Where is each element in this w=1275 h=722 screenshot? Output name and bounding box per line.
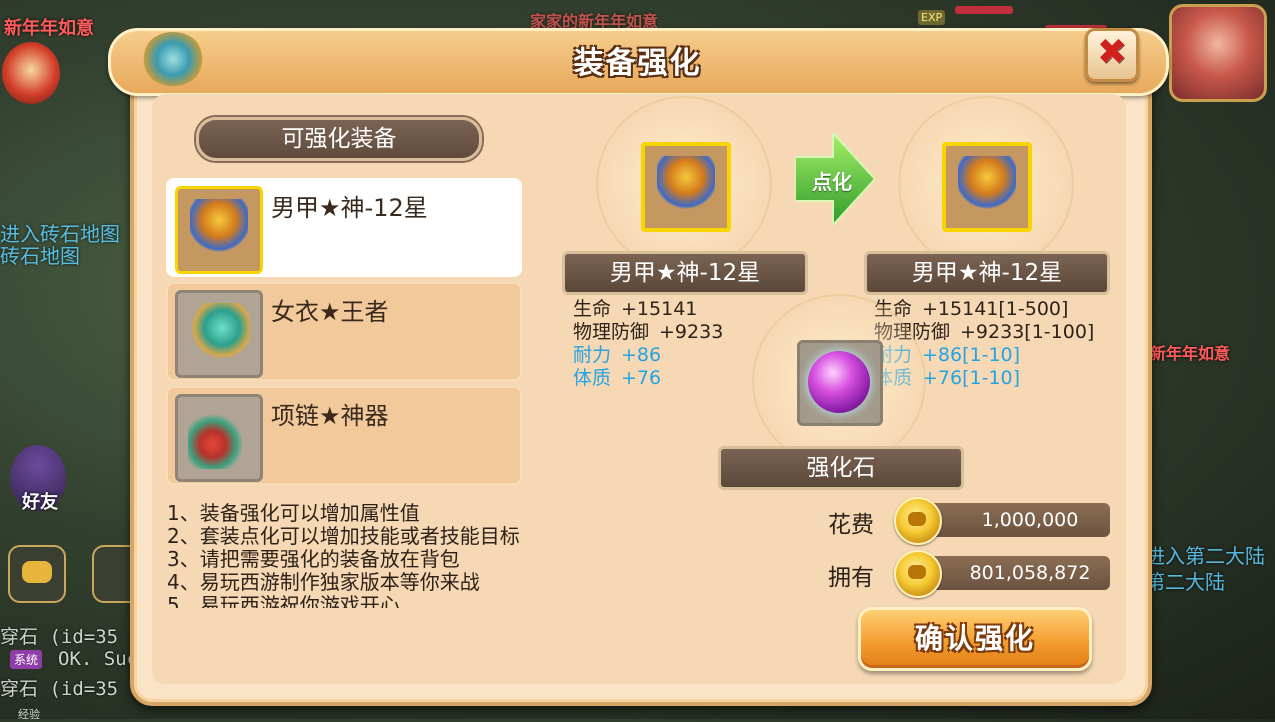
tip-line: 5、易玩西游祝你游戏开心: [167, 594, 567, 608]
stat-value: +15141[1-500]: [922, 298, 1068, 320]
purple-orb-icon: [808, 351, 870, 413]
chat-icon[interactable]: [8, 545, 66, 603]
confirm-enhance-button[interactable]: 确认强化: [858, 607, 1092, 671]
equip-item-name: 男甲★神-12星: [271, 188, 428, 223]
armor-icon: [657, 156, 715, 216]
arrow-label: 点化: [804, 166, 860, 195]
stat-label: 生命: [573, 298, 611, 321]
cost-label: 花费: [828, 505, 874, 539]
stat-value: +9233: [659, 321, 723, 343]
exp-label: 经验: [18, 706, 40, 722]
own-label: 拥有: [828, 558, 874, 592]
equip-item-robe[interactable]: 女衣★王者: [166, 282, 522, 381]
cost-value: 1,000,000: [950, 503, 1110, 537]
stat-value: +86[1-10]: [922, 344, 1020, 366]
close-button[interactable]: ✖: [1085, 28, 1139, 82]
chat-log-line: 穿石 (id=35: [0, 674, 130, 701]
armor-icon: [958, 156, 1016, 216]
dialog-title: 装备强化: [0, 38, 1275, 82]
tip-line: 1、装备强化可以增加属性值: [167, 502, 567, 525]
stat-label: 耐力: [573, 344, 611, 367]
newyear-banner-left: 新年年如意: [4, 14, 94, 40]
current-equip-slot[interactable]: [641, 142, 731, 232]
tip-line: 2、套装点化可以增加技能或者技能目标: [167, 525, 567, 548]
exp-badge: EXP: [918, 10, 945, 25]
map-link-continent[interactable]: 第二大陆: [1145, 566, 1225, 595]
map-link-brick[interactable]: 砖石地图: [0, 240, 80, 269]
necklace-icon: [175, 394, 263, 482]
current-equip-name: 男甲★神-12星: [562, 251, 808, 295]
stat-value: +76: [621, 367, 661, 389]
tip-line: 3、请把需要强化的装备放在背包: [167, 548, 567, 571]
equip-item-name: 女衣★王者: [271, 292, 389, 327]
friends-label[interactable]: 好友: [22, 488, 58, 514]
tips-list: 1、装备强化可以增加属性值 2、套装点化可以增加技能或者技能目标 3、请把需要强…: [167, 502, 567, 608]
close-icon: ✖: [1088, 33, 1136, 73]
result-equip-slot[interactable]: [942, 142, 1032, 232]
stat-label: 物理防御: [573, 321, 649, 344]
own-value-box: 801,058,872: [900, 556, 1110, 590]
tip-line: 4、易玩西游制作独家版本等你来战: [167, 571, 567, 594]
equip-item-name: 项链★神器: [271, 396, 389, 431]
current-stats: 生命 +15141 物理防御 +9233 耐力 +86 体质 +76: [573, 298, 723, 390]
armor-icon: [175, 186, 263, 274]
map-link-continent-enter[interactable]: 进入第二大陆: [1145, 540, 1265, 569]
cost-value-box: 1,000,000: [900, 503, 1110, 537]
enhance-stone-label: 强化石: [718, 446, 964, 490]
microphone-icon[interactable]: [92, 545, 134, 603]
stat-value: +86: [621, 344, 661, 366]
equip-item-necklace[interactable]: 项链★神器: [166, 386, 522, 485]
result-equip-name: 男甲★神-12星: [864, 251, 1110, 295]
equip-list-header: 可强化装备: [196, 117, 482, 161]
gold-coin-icon: [894, 550, 942, 598]
stat-value: +9233[1-100]: [960, 321, 1094, 343]
equip-item-armor[interactable]: 男甲★神-12星: [166, 178, 522, 277]
robe-icon: [175, 290, 263, 378]
chat-log-line: 穿石 (id=35: [0, 622, 130, 649]
enhance-stone-slot[interactable]: [797, 340, 883, 426]
gold-coin-icon: [894, 497, 942, 545]
stat-label: 体质: [573, 367, 611, 390]
own-value: 801,058,872: [950, 556, 1110, 590]
stat-value: +76[1-10]: [922, 367, 1020, 389]
newyear-banner-right: 新年年如意: [1150, 340, 1230, 364]
system-tag: 系统: [10, 650, 42, 669]
stat-value: +15141: [621, 298, 697, 320]
